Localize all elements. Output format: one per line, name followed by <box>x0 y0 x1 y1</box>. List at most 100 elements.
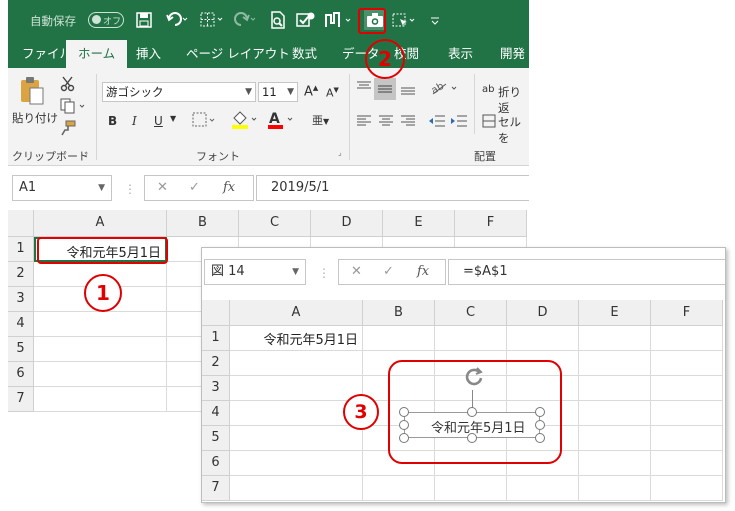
cell[interactable] <box>579 351 651 376</box>
cell[interactable] <box>435 476 507 501</box>
column-header[interactable]: B <box>167 210 239 237</box>
align-top-icon[interactable] <box>356 80 372 97</box>
undo-icon[interactable] <box>166 12 188 32</box>
align-right-icon[interactable] <box>400 114 416 131</box>
orientation-icon[interactable]: ab <box>430 80 460 99</box>
merge-center-button[interactable]: セルを <box>498 114 529 146</box>
cell[interactable] <box>651 326 723 351</box>
tab-home[interactable]: ホーム <box>66 40 128 68</box>
phonetic-icon[interactable]: 亜▼ <box>312 112 329 128</box>
row-header[interactable]: 1 <box>8 237 34 262</box>
cell[interactable] <box>230 476 363 501</box>
cell[interactable] <box>651 426 723 451</box>
cell[interactable] <box>363 476 435 501</box>
border-icon[interactable] <box>192 112 218 131</box>
font-launcher-icon[interactable]: ⌟ <box>338 148 342 157</box>
name-box[interactable]: 図 14 ▼ <box>204 259 306 285</box>
save-icon[interactable] <box>136 12 152 32</box>
column-header[interactable]: C <box>435 300 507 326</box>
fill-color-icon[interactable] <box>230 110 260 133</box>
cell[interactable] <box>579 451 651 476</box>
cell[interactable] <box>579 376 651 401</box>
select-all-corner[interactable] <box>202 300 230 326</box>
cancel-icon[interactable]: ✕ <box>351 264 362 279</box>
row-header[interactable]: 6 <box>8 362 34 387</box>
bold-button[interactable]: B <box>108 114 117 128</box>
cell[interactable] <box>34 362 167 387</box>
formula-input[interactable]: 2019/5/1 <box>256 175 529 201</box>
align-bottom-icon[interactable] <box>400 82 416 99</box>
cut-icon[interactable] <box>60 76 76 95</box>
shape-icon[interactable] <box>324 11 354 33</box>
cell[interactable] <box>34 387 167 412</box>
column-header[interactable]: F <box>651 300 723 326</box>
tab-insert[interactable]: 挿入 <box>136 40 161 68</box>
tab-developer[interactable]: 開発 <box>500 40 525 68</box>
insert-function-icon[interactable]: fx <box>223 180 235 195</box>
cell[interactable] <box>34 312 167 337</box>
cell[interactable] <box>230 376 363 401</box>
cell[interactable] <box>579 326 651 351</box>
merge-center-icon[interactable] <box>482 114 496 131</box>
border-icon[interactable] <box>200 12 224 32</box>
row-header[interactable]: 2 <box>8 262 34 287</box>
column-header[interactable]: D <box>311 210 383 237</box>
row-header[interactable]: 1 <box>202 326 230 351</box>
name-box[interactable]: A1 ▼ <box>12 175 112 201</box>
cell[interactable] <box>34 337 167 362</box>
print-preview-icon[interactable] <box>270 11 286 33</box>
cell[interactable] <box>651 376 723 401</box>
row-header[interactable]: 7 <box>202 476 230 501</box>
column-header[interactable]: E <box>383 210 455 237</box>
align-center-icon[interactable] <box>378 114 394 131</box>
cell[interactable] <box>363 326 435 351</box>
row-header[interactable]: 5 <box>202 426 230 451</box>
column-header[interactable]: D <box>507 300 579 326</box>
cell[interactable] <box>651 451 723 476</box>
underline-button[interactable]: U <box>154 114 163 128</box>
select-all-corner[interactable] <box>8 210 34 237</box>
align-left-icon[interactable] <box>356 114 372 131</box>
cell[interactable] <box>435 326 507 351</box>
format-painter-icon[interactable] <box>60 120 76 139</box>
tab-view[interactable]: 表示 <box>448 40 473 68</box>
wrap-text-button[interactable]: 折り返 <box>498 84 529 116</box>
cell[interactable] <box>507 476 579 501</box>
cancel-icon[interactable]: ✕ <box>157 180 168 195</box>
customize-icon[interactable] <box>430 14 440 30</box>
paste-button[interactable]: 貼り付け <box>12 110 58 126</box>
cell[interactable] <box>651 401 723 426</box>
check-icon[interactable] <box>296 11 316 33</box>
column-header[interactable]: E <box>579 300 651 326</box>
row-header[interactable]: 3 <box>202 376 230 401</box>
insert-function-icon[interactable]: fx <box>417 264 429 279</box>
tab-formulas[interactable]: 数式 <box>292 40 317 68</box>
decrease-indent-icon[interactable] <box>428 114 446 131</box>
row-header[interactable]: 2 <box>202 351 230 376</box>
cell[interactable] <box>579 401 651 426</box>
paste-icon[interactable] <box>18 76 46 109</box>
font-color-icon[interactable]: A <box>266 110 296 133</box>
italic-button[interactable]: I <box>132 114 137 128</box>
tab-page-layout[interactable]: ページ レイアウト <box>186 40 290 68</box>
cell[interactable] <box>230 351 363 376</box>
cell[interactable]: 令和元年5月1日 <box>230 326 363 351</box>
clipboard-launcher-icon[interactable]: ⌟ <box>84 148 88 157</box>
copy-icon[interactable] <box>60 98 90 117</box>
wrap-text-icon[interactable]: ab <box>482 82 494 95</box>
cell[interactable] <box>651 351 723 376</box>
grow-font-icon[interactable]: A▲ <box>304 84 318 99</box>
cell[interactable] <box>651 476 723 501</box>
column-header[interactable]: C <box>239 210 311 237</box>
redo-icon[interactable] <box>234 12 256 32</box>
select-objects-icon[interactable] <box>392 11 418 33</box>
row-header[interactable]: 3 <box>8 287 34 312</box>
cell[interactable] <box>230 451 363 476</box>
row-header[interactable]: 4 <box>202 401 230 426</box>
cell[interactable] <box>579 426 651 451</box>
increase-indent-icon[interactable] <box>450 114 468 131</box>
enter-icon[interactable]: ✓ <box>189 180 200 195</box>
shrink-font-icon[interactable]: A▼ <box>326 86 339 100</box>
column-header[interactable]: A <box>230 300 363 326</box>
font-size-select[interactable]: 11 ▼ <box>258 82 298 102</box>
